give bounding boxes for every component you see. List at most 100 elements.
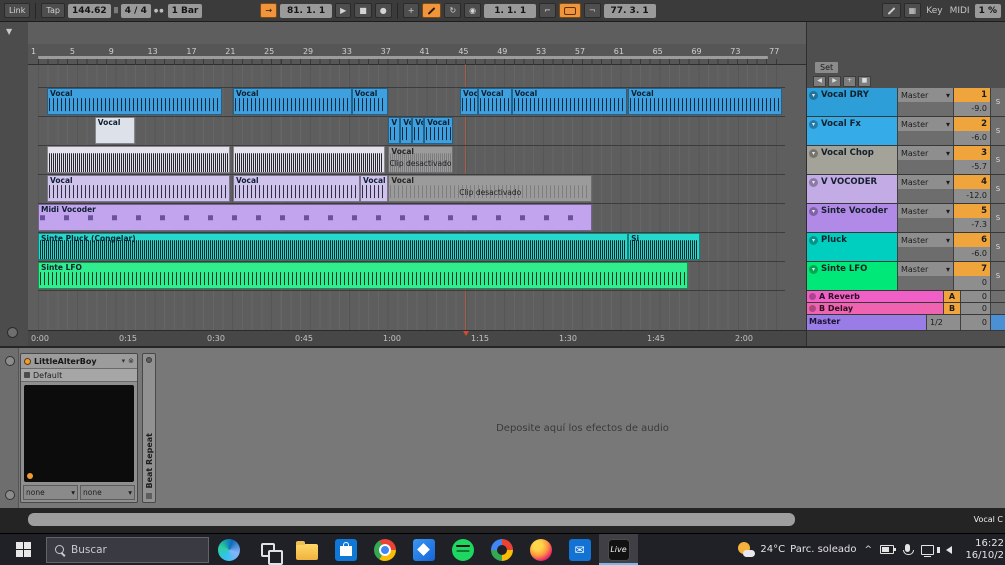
follow-button[interactable]: →: [260, 3, 278, 18]
key-map-button[interactable]: Key: [924, 6, 944, 16]
output-routing-chooser[interactable]: Master ▾: [897, 117, 953, 145]
fold-track-icon[interactable]: [809, 293, 816, 300]
track-name-cell[interactable]: ▾ Pluck: [807, 233, 897, 261]
track-number-badge[interactable]: 5: [954, 204, 990, 218]
master-name-cell[interactable]: Master: [807, 315, 926, 330]
device-close-icon[interactable]: ⊗: [128, 357, 134, 365]
taskbar-icon-firefox[interactable]: [521, 534, 560, 565]
clip-vocal[interactable]: Vocal: [232, 175, 360, 202]
clip-vocal-chop[interactable]: [46, 146, 230, 173]
taskbar-icon-ableton-live[interactable]: Live: [599, 534, 638, 565]
play-button[interactable]: ▶: [335, 3, 352, 18]
quantization-field[interactable]: 1 Bar: [167, 3, 203, 18]
track-name-cell[interactable]: ▾ Sinte Vocoder: [807, 204, 897, 232]
loop-start-field[interactable]: 1. 1. 1: [484, 3, 537, 18]
arrow-right-icon[interactable]: ▶: [828, 76, 841, 87]
track-number-badge[interactable]: 4: [954, 175, 990, 189]
device-collapse-icon[interactable]: ▾: [122, 357, 126, 365]
solo-button[interactable]: S: [990, 233, 1005, 261]
taskbar-icon-store[interactable]: [326, 534, 365, 565]
taskbar-icon-google[interactable]: [482, 534, 521, 565]
track-name-cell[interactable]: ▾ V VOCODER: [807, 175, 897, 203]
lower-pane-toggle-icon[interactable]: [7, 327, 18, 338]
track-name-cell[interactable]: ▾ Vocal Chop: [807, 146, 897, 174]
fold-track-icon[interactable]: ▾: [809, 236, 818, 245]
track-number-badge[interactable]: 6: [954, 233, 990, 247]
return-badge[interactable]: B: [943, 303, 960, 314]
output-routing-chooser[interactable]: Master ▾: [897, 88, 953, 116]
clip-vocal[interactable]: Vocal: [628, 88, 782, 115]
device-beat-repeat-collapsed[interactable]: Beat Repeat: [142, 353, 156, 503]
clip-vo[interactable]: Vo: [412, 117, 425, 144]
device-param-dropdown-right[interactable]: none ▾: [80, 485, 135, 500]
arrangement-position-field[interactable]: 81. 1. 1: [280, 3, 333, 18]
cue-out-chooser[interactable]: 1/2: [926, 315, 960, 330]
output-routing-chooser[interactable]: Master ▾: [897, 262, 953, 290]
horizontal-scrollbar[interactable]: [28, 513, 795, 526]
device-param-dropdown-left[interactable]: none ▾: [23, 485, 78, 500]
track-number-badge[interactable]: 1: [954, 88, 990, 102]
fold-track-icon[interactable]: ▾: [809, 149, 818, 158]
device-chain-toggle-icon[interactable]: [5, 490, 15, 500]
clip-sinte-lfo[interactable]: Sinte LFO: [38, 262, 688, 289]
solo-button[interactable]: S: [990, 204, 1005, 232]
clip-v[interactable]: V: [388, 117, 401, 144]
capture-midi-button[interactable]: ◉: [464, 3, 482, 18]
loop-length-field[interactable]: 77. 3. 1: [603, 3, 656, 18]
device-display[interactable]: [24, 385, 134, 482]
clip-vocal[interactable]: Vocal: [46, 88, 222, 115]
clip-vocal[interactable]: Vocal: [232, 88, 352, 115]
taskbar-icon-file-explorer[interactable]: [287, 534, 326, 565]
track-name-cell[interactable]: ▾ Sinte LFO: [807, 262, 897, 290]
solo-button[interactable]: S: [990, 175, 1005, 203]
metronome-icon[interactable]: ●●: [154, 8, 165, 14]
device-on-led[interactable]: [146, 357, 152, 363]
solo-button[interactable]: [990, 291, 1005, 302]
fold-track-icon[interactable]: ▾: [809, 120, 818, 129]
clip-vo[interactable]: Vo: [400, 117, 413, 144]
loop-button[interactable]: [558, 3, 581, 18]
taskbar-search-box[interactable]: Buscar: [46, 536, 209, 563]
track-number-badge[interactable]: 7: [954, 262, 990, 276]
punch-out-button[interactable]: ¬: [583, 3, 601, 18]
taskbar-icon-mail[interactable]: [560, 534, 599, 565]
microphone-icon[interactable]: [902, 544, 914, 555]
track-volume-field[interactable]: -6.0: [954, 131, 990, 145]
punch-in-button[interactable]: ⌐: [539, 3, 556, 18]
clip-vocal-chop[interactable]: [232, 146, 386, 173]
track-volume-field[interactable]: -6.0: [954, 247, 990, 261]
device-on-led[interactable]: [24, 357, 31, 365]
lock-icon[interactable]: ■: [858, 76, 871, 87]
return-name-cell[interactable]: A Reverb: [807, 291, 943, 302]
beat-time-ruler[interactable]: 1 5 9 13 17 21 25 29 33 37 41 45 49 53 57 61 65 69 73 77: [28, 44, 806, 65]
weather-widget[interactable]: 24°C Parc. soleado: [737, 541, 856, 558]
solo-button[interactable]: S: [990, 262, 1005, 290]
set-label[interactable]: Set: [815, 62, 839, 73]
track-volume-field[interactable]: 0: [954, 276, 990, 290]
taskbar-icon-edge[interactable]: [209, 534, 248, 565]
overdub-button[interactable]: +: [402, 3, 420, 18]
clip-vocal[interactable]: Vocal: [94, 117, 136, 144]
clip-vocal[interactable]: Vocal Clip desactivado: [388, 175, 593, 202]
back-to-arrangement-icon[interactable]: ▼: [6, 27, 12, 36]
clip-vocal[interactable]: Vocal: [460, 88, 478, 115]
taskbar-icon-chrome[interactable]: [365, 534, 404, 565]
taskbar-icon-task-view[interactable]: [248, 534, 287, 565]
arrow-left-icon[interactable]: ◀: [813, 76, 826, 87]
master-volume-field[interactable]: 0: [960, 315, 990, 330]
clip-sinte-pluck-congelar[interactable]: Sinte Pluck (Congelar): [38, 233, 629, 260]
solo-button[interactable]: S: [990, 146, 1005, 174]
re-enable-automation-button[interactable]: ↻: [444, 3, 462, 18]
clip-si[interactable]: Si: [628, 233, 700, 260]
clip-vocal[interactable]: Vocal: [359, 175, 389, 202]
solo-button[interactable]: S: [990, 88, 1005, 116]
tap-tempo-button[interactable]: Tap: [41, 3, 65, 18]
fold-track-icon[interactable]: ▾: [809, 91, 818, 100]
fold-track-icon[interactable]: ▾: [809, 207, 818, 216]
return-volume-field[interactable]: 0: [960, 303, 990, 314]
taskbar-icon-photos[interactable]: [404, 534, 443, 565]
network-icon[interactable]: [921, 544, 934, 557]
tempo-field[interactable]: 144.62: [67, 3, 111, 18]
track-name-cell[interactable]: ▾ Vocal Fx: [807, 117, 897, 145]
clip-vocal[interactable]: Vocal Clip desactivado: [388, 146, 453, 173]
